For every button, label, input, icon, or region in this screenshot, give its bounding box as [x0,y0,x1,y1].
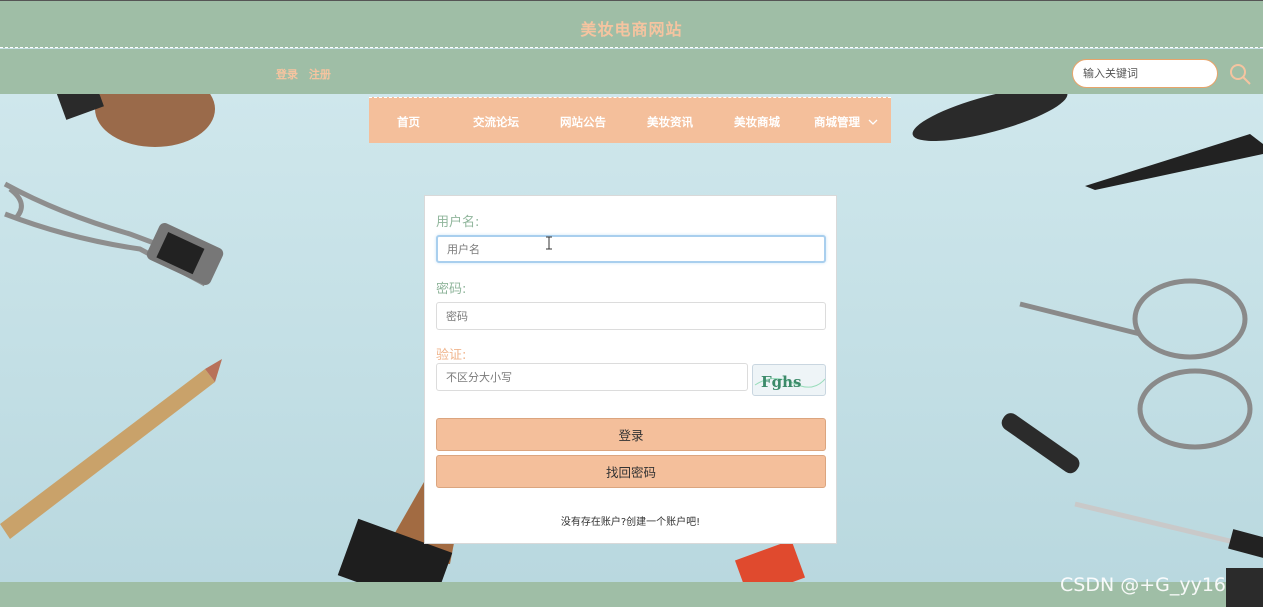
nav-item-news[interactable]: 美妆资讯 [647,114,693,130]
nav-item-home[interactable]: 首页 [397,114,420,130]
login-button[interactable]: 登录 [436,418,826,451]
recover-password-button[interactable]: 找回密码 [436,455,826,488]
auth-links: 登录 注册 [276,66,338,82]
chevron-down-icon [868,119,878,125]
password-input[interactable] [436,302,826,330]
captcha-graphic: Fghs [754,373,825,391]
nav-item-mall-admin[interactable]: 商城管理 [814,114,878,130]
login-card: 用户名: 密码: 验证: Fghs 登录 找回密码 没有存在账户?创建一个账户吧… [424,195,837,544]
corner-overlay [1226,568,1263,607]
text-cursor-icon [546,236,552,250]
captcha-text: Fghs [761,373,802,391]
search-input[interactable] [1072,59,1218,88]
captcha-input[interactable] [436,363,748,391]
nav-item-announcements[interactable]: 网站公告 [560,114,606,130]
main-nav: 首页 交流论坛 网站公告 美妆资讯 美妆商城 商城管理 [369,97,891,143]
login-link[interactable]: 登录 [276,68,298,81]
watermark-text: CSDN @+G_yy163 [1060,574,1239,596]
site-title: 美妆电商网站 [580,20,683,39]
register-link[interactable]: 注册 [309,68,331,81]
captcha-label: 验证: [436,348,467,363]
captcha-image[interactable]: Fghs [752,364,826,396]
search-icon[interactable] [1228,62,1252,86]
nav-item-forum[interactable]: 交流论坛 [473,114,519,130]
username-input[interactable] [436,235,826,263]
username-label: 用户名: [436,215,480,230]
nav-item-mall-admin-label: 商城管理 [814,115,860,129]
nav-item-mall[interactable]: 美妆商城 [734,114,780,130]
top-toolbar: 登录 注册 [0,49,1263,94]
password-label: 密码: [436,282,467,297]
site-header: 美妆电商网站 [0,0,1263,48]
register-prompt-link[interactable]: 没有存在账户?创建一个账户吧! [425,513,836,528]
